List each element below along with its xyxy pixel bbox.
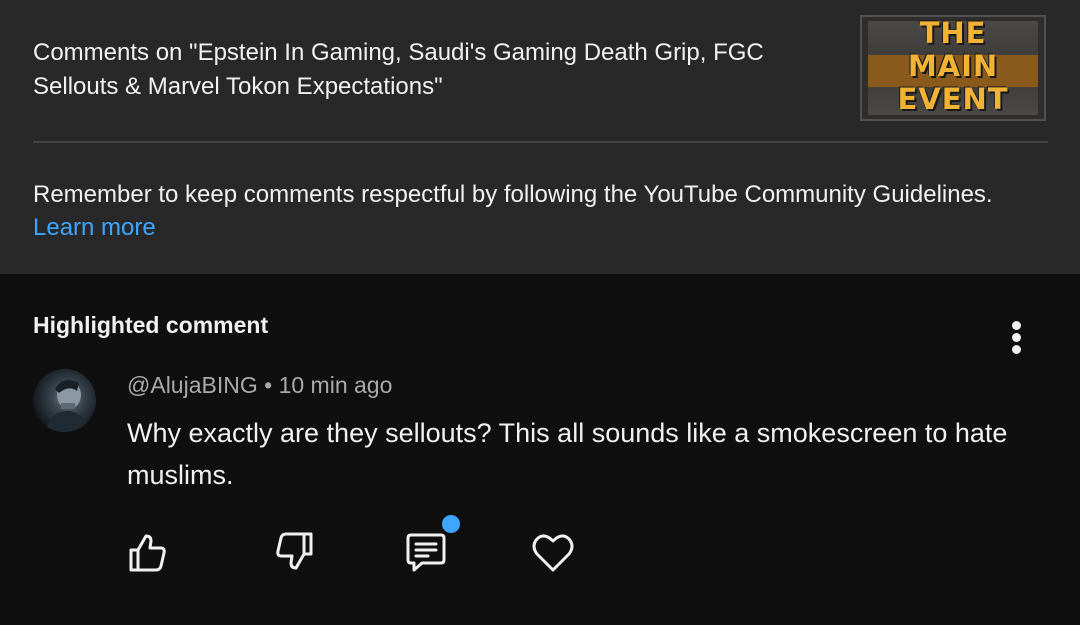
heart-button[interactable] (529, 528, 577, 576)
avatar-image (45, 380, 91, 432)
guidelines-text: Remember to keep comments respectful by … (33, 181, 993, 208)
highlighted-comment-heading: Highlighted comment (33, 312, 269, 338)
reply-button[interactable] (400, 528, 448, 576)
comment-meta: @AlujaBING • 10 min ago (127, 372, 392, 399)
thumbnail-image: THE MAIN EVENT (868, 17, 1038, 116)
heart-icon (532, 534, 574, 572)
video-thumbnail[interactable]: THE MAIN EVENT (860, 15, 1046, 121)
video-title: Comments on "Epstein In Gaming, Saudi's … (33, 39, 764, 100)
divider (33, 141, 1048, 143)
comment-time: 10 min ago (278, 372, 393, 398)
community-guidelines-notice: Remember to keep comments respectful by … (33, 178, 1053, 244)
comment-author[interactable]: @AlujaBING (127, 372, 258, 398)
video-info-panel: Comments on "Epstein In Gaming, Saudi's … (0, 0, 1080, 274)
avatar[interactable] (33, 369, 96, 432)
learn-more-link[interactable]: Learn more (33, 214, 156, 241)
comment-text: Why exactly are they sellouts? This all … (127, 418, 1008, 490)
meta-separator: • (264, 372, 273, 398)
more-options-icon[interactable] (1000, 318, 1034, 358)
reply-icon (406, 533, 446, 572)
dislike-button[interactable] (270, 528, 318, 576)
notification-dot (442, 515, 460, 533)
thumbs-down-icon (276, 532, 313, 570)
like-button[interactable] (124, 528, 172, 576)
thumbnail-logo-text: THE MAIN EVENT (897, 16, 1009, 116)
thumbs-up-icon (129, 534, 166, 572)
